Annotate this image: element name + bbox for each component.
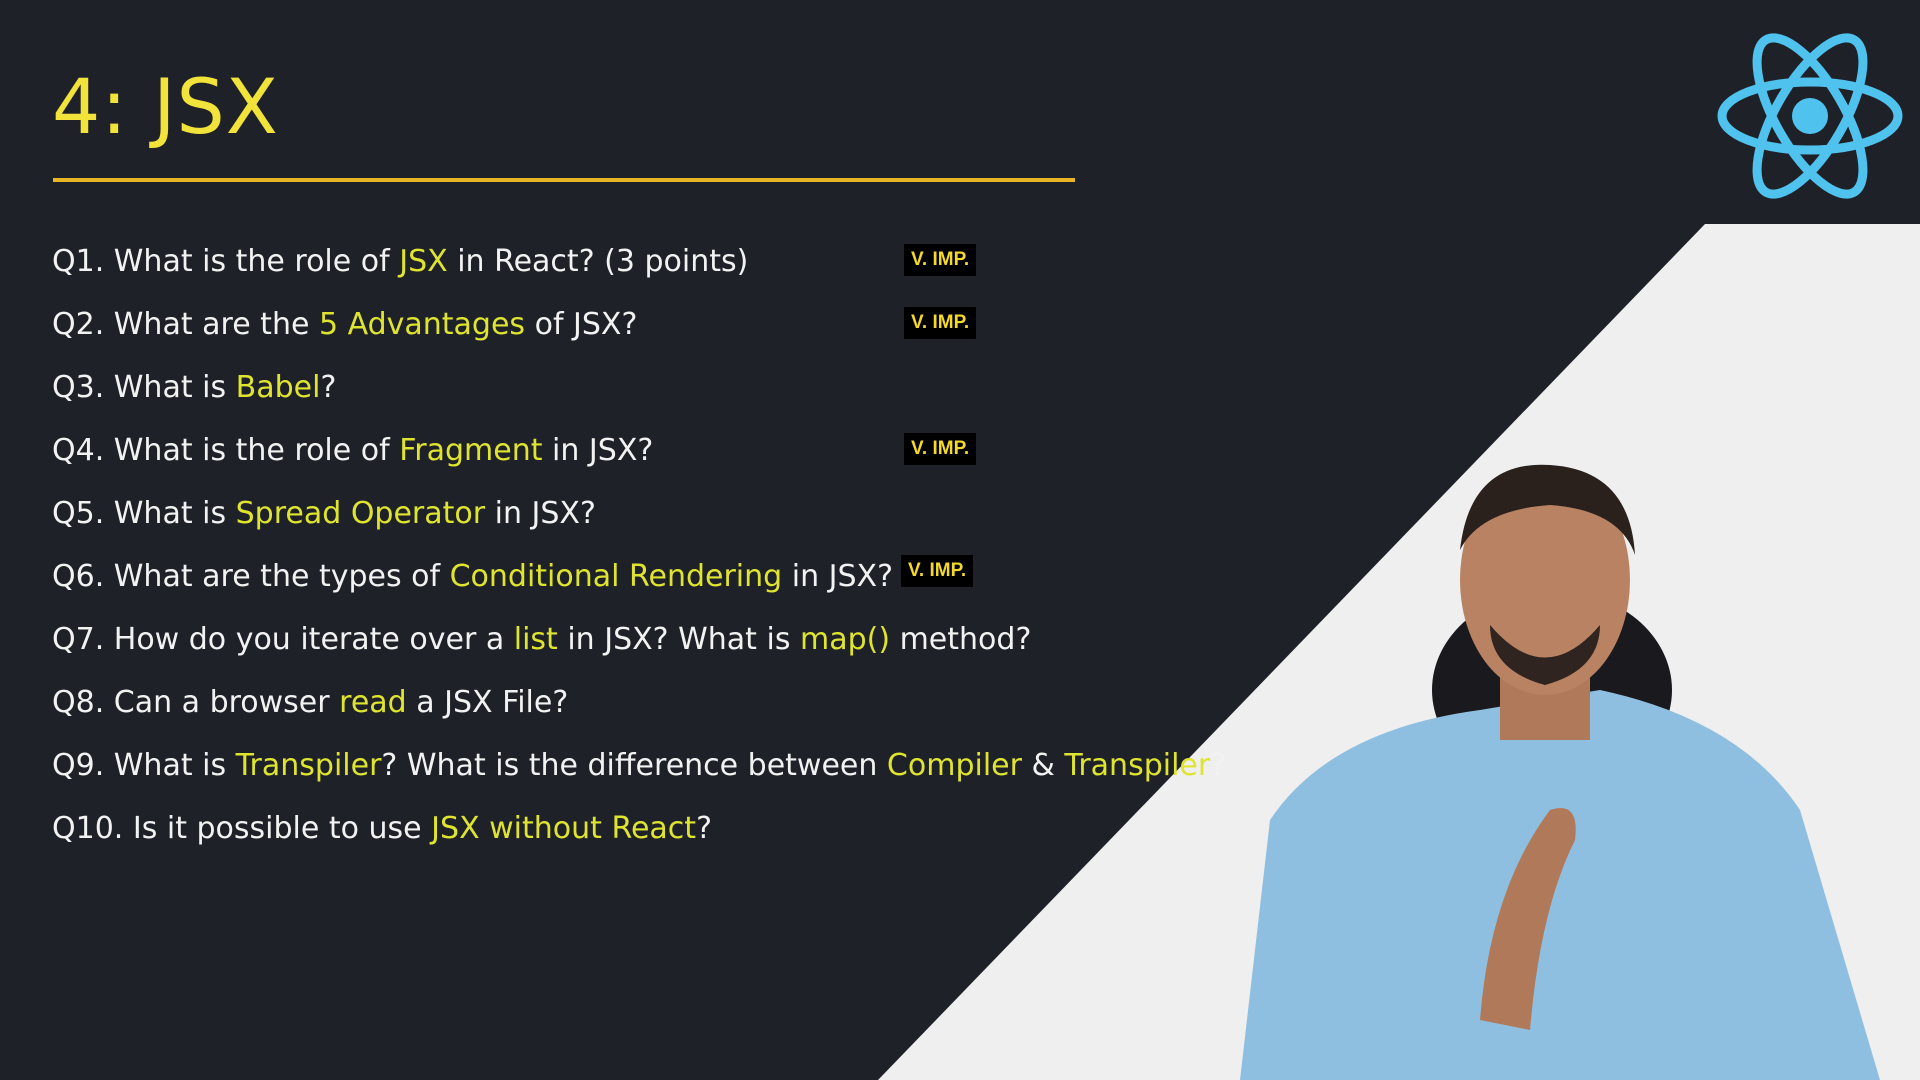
question-item: Q7. How do you iterate over a list in JS… bbox=[52, 616, 1226, 679]
question-item: Q5. What is Spread Operator in JSX? bbox=[52, 490, 1226, 553]
question-text: Q1. What is the role of bbox=[52, 244, 400, 279]
react-atom-icon bbox=[1717, 33, 1903, 199]
question-item: Q9. What is Transpiler? What is the diff… bbox=[52, 742, 1226, 805]
question-item: Q1. What is the role of JSX in React? (3… bbox=[52, 238, 1226, 301]
highlight-term: JSX bbox=[399, 244, 448, 279]
question-text: Q8. Can a browser bbox=[52, 685, 340, 720]
highlight-term: 5 Advantages bbox=[318, 307, 526, 342]
question-text: ? bbox=[696, 811, 712, 846]
highlight-term: Conditional Rendering bbox=[449, 559, 783, 594]
slide-title: 4: JSX bbox=[52, 62, 279, 151]
question-text: method? bbox=[890, 622, 1032, 657]
question-list: Q1. What is the role of JSX in React? (3… bbox=[52, 238, 1226, 868]
highlight-term: list bbox=[513, 622, 558, 657]
question-text: in JSX? bbox=[485, 496, 596, 531]
question-text: in JSX? What is bbox=[557, 622, 800, 657]
highlight-term: Babel bbox=[235, 370, 321, 405]
question-text: Q10. Is it possible to use bbox=[52, 811, 432, 846]
question-text: & bbox=[1021, 748, 1065, 783]
question-item: Q4. What is the role of Fragment in JSX?… bbox=[52, 427, 1226, 490]
question-text: a JSX File? bbox=[406, 685, 569, 720]
very-important-badge: V. IMP. bbox=[904, 433, 977, 465]
question-item: Q6. What are the types of Conditional Re… bbox=[52, 553, 1226, 616]
highlight-term: Compiler bbox=[886, 748, 1022, 783]
highlight-term: Transpiler bbox=[235, 748, 382, 783]
very-important-badge: V. IMP. bbox=[904, 244, 977, 276]
question-item: Q8. Can a browser read a JSX File? bbox=[52, 679, 1226, 742]
question-text: ? What is the difference between bbox=[381, 748, 887, 783]
highlight-term: Spread Operator bbox=[235, 496, 486, 531]
title-underline bbox=[53, 178, 1075, 182]
question-item: Q3. What is Babel? bbox=[52, 364, 1226, 427]
question-text: Q7. How do you iterate over a bbox=[52, 622, 514, 657]
question-text: Q2. What are the bbox=[52, 307, 319, 342]
question-text: Q6. What are the types of bbox=[52, 559, 450, 594]
very-important-badge: V. IMP. bbox=[904, 307, 977, 339]
question-item: Q2. What are the 5 Advantages of JSX? V. … bbox=[52, 301, 1226, 364]
very-important-badge: V. IMP. bbox=[901, 555, 974, 587]
question-text: in JSX? bbox=[542, 433, 654, 468]
highlight-term: Fragment bbox=[399, 433, 543, 468]
highlight-term: read bbox=[339, 685, 407, 720]
question-text: ? bbox=[320, 370, 337, 405]
highlight-term: map() bbox=[799, 622, 891, 657]
question-text: Q4. What is the role of bbox=[52, 433, 400, 468]
highlight-term: JSX without React bbox=[431, 811, 697, 846]
question-item: Q10. Is it possible to use JSX without R… bbox=[52, 805, 1226, 868]
question-text: in JSX? bbox=[782, 559, 893, 594]
question-text: Q9. What is bbox=[52, 748, 236, 783]
question-text: Q5. What is bbox=[52, 496, 236, 531]
question-text: of JSX? bbox=[525, 307, 638, 342]
question-text: in React? (3 points) bbox=[447, 244, 749, 279]
presenter-video bbox=[1240, 464, 1880, 1080]
question-text: Q3. What is bbox=[52, 370, 236, 405]
